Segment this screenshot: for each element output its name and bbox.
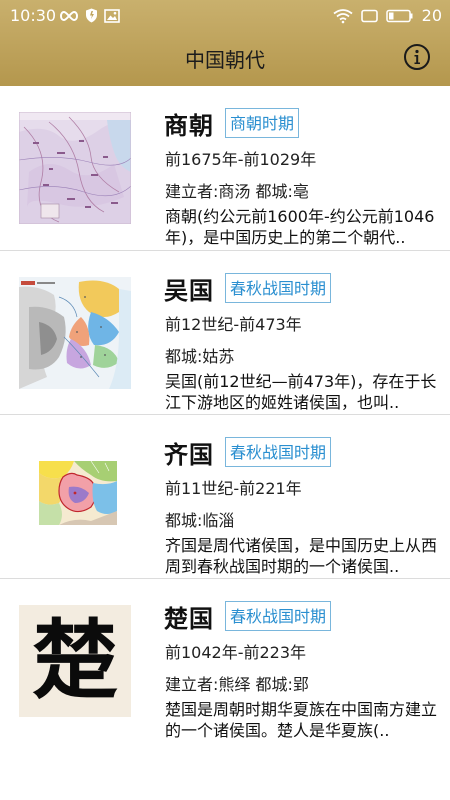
- list-item[interactable]: 吴国 春秋战国时期 前12世纪-前473年 都城:姑苏 吴国(前12世纪—前47…: [0, 251, 450, 415]
- dynasty-period: 前1042年-前223年: [165, 643, 307, 662]
- dynasty-name: 楚国: [164, 605, 214, 633]
- dynasty-list: 商朝 商朝时期 前1675年-前1029年 建立者:商汤 都城:亳 商朝(约公元…: [0, 86, 450, 743]
- status-time: 10:30: [10, 6, 57, 25]
- image-icon: [104, 8, 120, 23]
- dynasty-description: 商朝(约公元前1600年-约公元前1046年)，是中国历史上的第二个朝代..: [165, 207, 435, 247]
- dynasty-capital: 都城:临淄: [165, 511, 235, 530]
- status-right: 20: [333, 6, 442, 25]
- era-tag[interactable]: 春秋战国时期: [225, 437, 332, 467]
- territory-map-thumbnail: [19, 441, 131, 553]
- era-tag[interactable]: 春秋战国时期: [225, 273, 332, 303]
- battery-icon: [385, 9, 413, 22]
- shield-icon: [86, 8, 97, 23]
- page-title: 中国朝代: [185, 48, 265, 72]
- calligraphy-character: 楚: [32, 610, 118, 711]
- battery-level: 20: [421, 6, 442, 25]
- infinity-icon: [60, 10, 78, 21]
- status-left-icons: [59, 8, 120, 23]
- dynasty-description: 吴国(前12世纪—前473年)，存在于长江下游地区的姬姓诸侯国，也叫..: [165, 372, 437, 412]
- relief-map-thumbnail: [19, 277, 131, 389]
- dynasty-description: 楚国是周朝时期华夏族在中国南方建立的一个诸侯国。楚人是华夏族(..: [165, 700, 438, 740]
- title-bar: 中国朝代: [0, 32, 450, 86]
- status-bar: 10:30 20: [0, 0, 450, 32]
- dynasty-period: 前11世纪-前221年: [165, 479, 302, 498]
- dynasty-name: 商朝: [164, 112, 214, 140]
- dynasty-period: 前12世纪-前473年: [165, 315, 302, 334]
- list-item[interactable]: 齐国 春秋战国时期 前11世纪-前221年 都城:临淄 齐国是周代诸侯国，是中国…: [0, 415, 450, 579]
- tablet-icon: [360, 9, 378, 22]
- dynasty-founder-capital: 建立者:熊绎 都城:郢: [165, 675, 309, 694]
- dynasty-name: 齐国: [164, 441, 214, 469]
- wifi-icon: [333, 8, 353, 23]
- dynasty-founder-capital: 建立者:商汤 都城:亳: [165, 182, 309, 201]
- dynasty-capital: 都城:姑苏: [165, 347, 235, 366]
- list-item[interactable]: 商朝 商朝时期 前1675年-前1029年 建立者:商汤 都城:亳 商朝(约公元…: [0, 86, 450, 251]
- app-header: 10:30 20 中国朝代: [0, 0, 450, 86]
- dynasty-name: 吴国: [164, 277, 214, 305]
- info-icon: [414, 49, 420, 64]
- era-tag[interactable]: 春秋战国时期: [225, 601, 332, 631]
- list-item[interactable]: 楚 楚国 春秋战国时期 前1042年-前223年 建立者:熊绎 都城:郢 楚国是…: [0, 579, 450, 743]
- ancient-map-thumbnail: [19, 112, 131, 224]
- era-tag[interactable]: 商朝时期: [225, 108, 300, 138]
- dynasty-period: 前1675年-前1029年: [165, 150, 317, 169]
- app-screen: 10:30 20 中国朝代 商朝 商朝时期 前1675年-前1029年 建立者:…: [0, 0, 450, 800]
- dynasty-description: 齐国是周代诸侯国，是中国历史上从西周到春秋战国时期的一个诸侯国..: [165, 536, 438, 576]
- info-button[interactable]: [404, 44, 430, 70]
- calligraphy-thumbnail: 楚: [19, 605, 131, 717]
